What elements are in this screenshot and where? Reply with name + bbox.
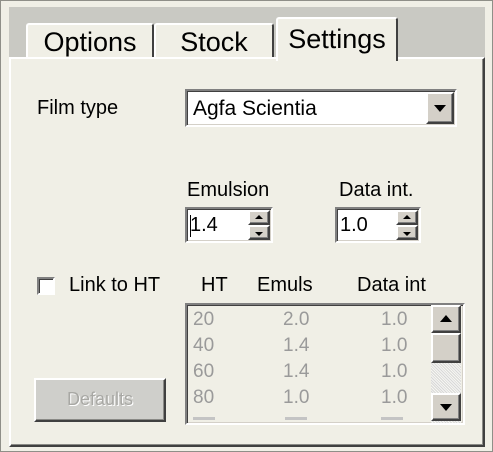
tab-options[interactable]: Options — [26, 23, 154, 59]
column-header-data-int: Data int — [357, 274, 426, 296]
settings-window: Options Stock Settings Film type Agfa Sc… — [0, 0, 493, 452]
spin-down-icon — [403, 231, 411, 236]
scroll-up-icon — [440, 315, 452, 322]
data-int-label: Data int. — [339, 179, 414, 201]
cell-data-int: 1.0 — [381, 335, 408, 356]
data-int-spinner[interactable]: 1.0 — [335, 207, 421, 243]
cell-emuls: 2.0 — [283, 309, 310, 330]
cell-data-int: 1.0 — [381, 309, 408, 330]
data-int-spin-down[interactable] — [396, 225, 418, 240]
data-int-spin-up[interactable] — [396, 210, 418, 225]
chevron-down-icon — [434, 105, 446, 112]
spin-up-icon — [255, 214, 263, 219]
cell-emuls: 1.4 — [283, 361, 310, 382]
dropdown-arrow-button[interactable] — [426, 92, 454, 124]
cell-ht: 80 — [193, 387, 215, 408]
cell-emuls: 1.4 — [283, 335, 310, 356]
cell-ht: 20 — [193, 309, 215, 330]
emulsion-spin-up[interactable] — [248, 210, 270, 225]
vertical-scrollbar[interactable] — [431, 305, 461, 423]
column-header-ht: HT — [201, 274, 228, 296]
link-to-ht-label[interactable]: Link to HT — [69, 274, 160, 297]
spin-up-icon — [403, 214, 411, 219]
film-type-label: Film type — [37, 97, 119, 119]
cell-data-int: 1.0 — [381, 387, 408, 408]
table-row-partial — [193, 417, 413, 421]
film-type-dropdown[interactable]: Agfa Scientia — [185, 89, 457, 127]
spin-down-icon — [255, 231, 263, 236]
column-header-emuls: Emuls — [257, 274, 313, 296]
emulsion-label: Emulsion — [187, 179, 270, 201]
scroll-up-button[interactable] — [431, 305, 461, 333]
defaults-button[interactable]: Defaults — [34, 378, 166, 422]
cell-emuls: 1.0 — [283, 387, 310, 408]
link-to-ht-checkbox[interactable] — [37, 277, 55, 295]
film-type-value: Agfa Scientia — [193, 97, 317, 120]
emulsion-value[interactable]: 1.4 — [190, 209, 218, 241]
cell-ht: 60 — [193, 361, 215, 382]
emulsion-spin-down[interactable] — [248, 225, 270, 240]
data-int-value[interactable]: 1.0 — [340, 209, 368, 241]
scroll-down-icon — [440, 404, 452, 411]
cell-ht: 40 — [193, 335, 215, 356]
scroll-down-button[interactable] — [431, 393, 461, 421]
cell-data-int: 1.0 — [381, 361, 408, 382]
scroll-thumb[interactable] — [431, 333, 461, 363]
ht-table-list[interactable]: 20 2.0 1.0 40 1.4 1.0 60 1.4 1.0 80 1.0 … — [185, 303, 465, 425]
emulsion-spinner[interactable]: 1.4 — [185, 207, 273, 243]
tab-stock[interactable]: Stock — [154, 23, 274, 59]
tab-settings[interactable]: Settings — [276, 17, 398, 61]
